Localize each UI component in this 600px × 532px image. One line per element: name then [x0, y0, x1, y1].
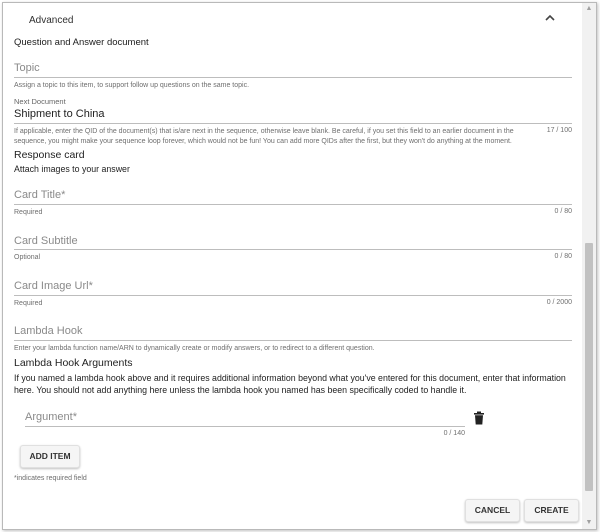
scroll-up-arrow-icon[interactable]: ▲	[582, 3, 596, 15]
next-document-underline	[14, 123, 572, 124]
topic-helper: Assign a topic to this item, to support …	[14, 82, 250, 89]
argument-underline	[25, 426, 465, 427]
topic-input[interactable]: Topic	[14, 62, 40, 74]
next-document-helper-line2: sequence, you might make your sequence l…	[14, 138, 512, 145]
chevron-up-icon[interactable]	[543, 11, 557, 25]
lambda-args-title: Lambda Hook Arguments	[14, 357, 133, 369]
create-button[interactable]: CREATE	[524, 499, 579, 522]
response-card-subtitle: Attach images to your answer	[14, 164, 130, 174]
add-item-button[interactable]: ADD ITEM	[20, 445, 80, 468]
card-subtitle-counter: 0 / 80	[554, 253, 572, 260]
document-type-label: Question and Answer document	[14, 37, 149, 48]
delete-icon[interactable]	[473, 411, 485, 425]
argument-counter: 0 / 140	[443, 430, 465, 437]
scrollbar-thumb[interactable]	[585, 243, 593, 491]
card-title-underline	[14, 204, 572, 205]
lambda-args-desc-line2: here. You should not add anything here u…	[14, 385, 467, 395]
card-image-url-helper: Required	[14, 300, 43, 307]
card-title-helper: Required	[14, 209, 43, 216]
card-image-url-input[interactable]: Card Image Url*	[14, 280, 93, 292]
card-image-url-underline	[14, 295, 572, 296]
next-document-helper: If applicable, enter the QID of the docu…	[14, 127, 534, 147]
card-title-counter: 0 / 80	[554, 208, 572, 215]
card-image-url-counter: 0 / 2000	[546, 299, 572, 306]
lambda-hook-underline	[14, 340, 572, 341]
lambda-hook-helper: Enter your lambda function name/ARN to d…	[14, 345, 375, 352]
lambda-args-desc-line1: If you named a lambda hook above and it …	[14, 373, 566, 383]
next-document-helper-line1: If applicable, enter the QID of the docu…	[14, 128, 514, 135]
vertical-scrollbar[interactable]: ▲ ▼	[582, 3, 596, 529]
card-title-input[interactable]: Card Title*	[14, 189, 65, 201]
section-title: Advanced	[29, 15, 74, 26]
lambda-hook-input[interactable]: Lambda Hook	[14, 325, 83, 337]
card-subtitle-underline	[14, 249, 572, 250]
form-content: Advanced Question and Answer document To…	[3, 3, 581, 529]
next-document-input[interactable]: Shipment to China	[14, 108, 105, 120]
next-document-label: Next Document	[14, 97, 66, 106]
topic-underline	[14, 77, 572, 78]
response-card-title: Response card	[14, 149, 85, 161]
next-document-counter: 17 / 100	[546, 127, 572, 134]
cancel-button[interactable]: CANCEL	[465, 499, 520, 522]
required-note: *indicates required field	[14, 475, 87, 482]
card-subtitle-helper: Optional	[14, 254, 41, 261]
scroll-down-arrow-icon[interactable]: ▼	[582, 517, 596, 529]
dialog-frame: Advanced Question and Answer document To…	[2, 2, 597, 530]
argument-input[interactable]: Argument*	[25, 411, 77, 423]
lambda-args-description: If you named a lambda hook above and it …	[14, 372, 566, 396]
card-subtitle-input[interactable]: Card Subtitle	[14, 235, 78, 247]
